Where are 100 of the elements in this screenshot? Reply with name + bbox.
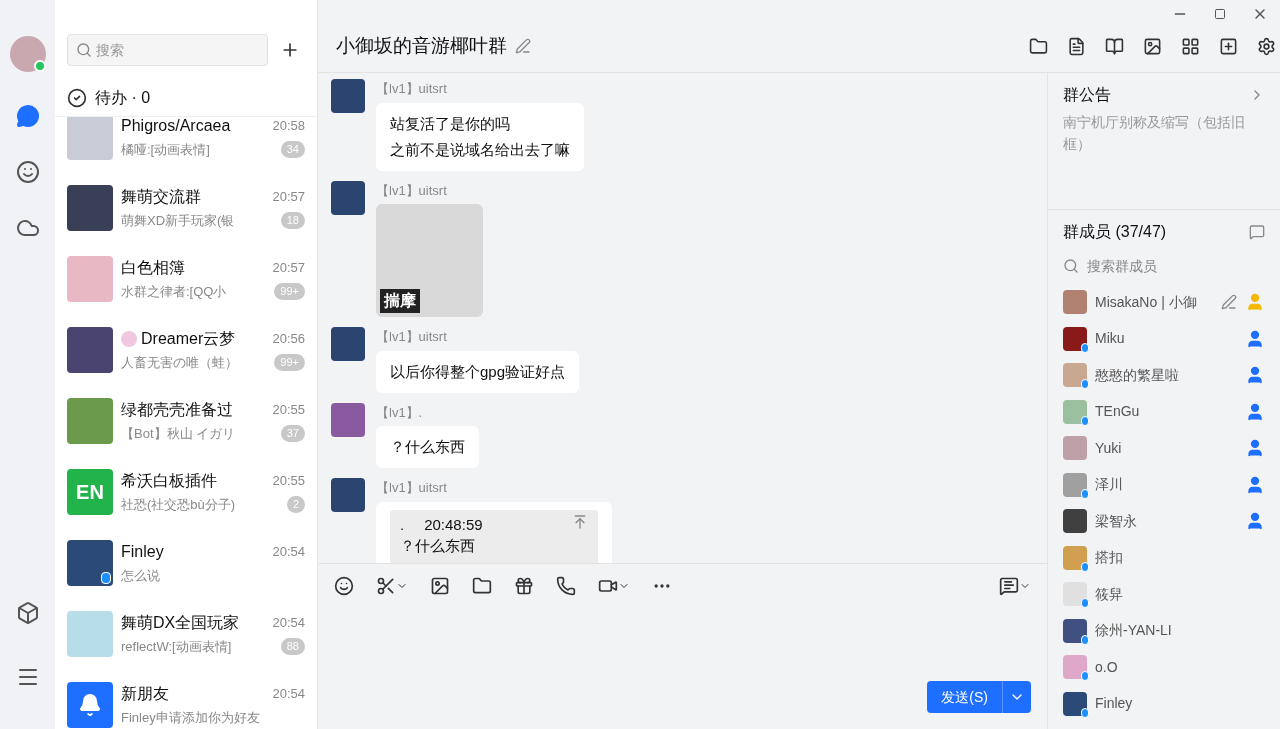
member-item[interactable]: Yuki (1063, 430, 1265, 467)
maximize-icon[interactable] (1214, 8, 1226, 20)
member-item[interactable]: 搭扣 (1063, 539, 1265, 576)
chat-name: Finley (121, 541, 164, 562)
folder-icon[interactable] (472, 576, 492, 596)
quote-author: . (400, 514, 405, 535)
admin-icon (1245, 438, 1265, 459)
cube-icon[interactable] (15, 601, 40, 625)
book-icon[interactable] (1105, 36, 1124, 56)
search-icon (76, 42, 92, 58)
history-icon[interactable] (999, 576, 1019, 596)
quote-text: ？什么东西 (400, 535, 476, 556)
search-field[interactable]: 搜索 (67, 34, 268, 66)
sender-name: 【lv1】uitsrt (376, 479, 447, 497)
avatar-logo: EN (76, 479, 104, 505)
member-name: MisakaNo | 小御 (1095, 292, 1198, 312)
chat-time: 20:57 (272, 259, 305, 277)
message-bubble: 以后你得整个gpg验证好点 (376, 350, 580, 393)
message-bubble: ？什么东西 (376, 426, 479, 468)
member-item[interactable]: TEnGu (1063, 393, 1265, 430)
member-name: Miku (1095, 329, 1126, 349)
member-name: 憨憨的繁星啦 (1095, 365, 1180, 385)
gift-icon[interactable] (514, 576, 534, 596)
search-input[interactable]: 搜索 (96, 40, 256, 60)
chat-icon[interactable] (15, 104, 40, 128)
document-icon[interactable] (1067, 36, 1086, 56)
chat-name: 舞萌DX全国玩家 (121, 612, 240, 633)
image-icon[interactable] (1143, 36, 1162, 56)
jump-to-icon[interactable] (572, 513, 588, 530)
chat-name: 新朋友 (121, 683, 169, 704)
chat-item[interactable]: Finley 20:54 怎么说 (55, 527, 317, 598)
admin-icon (1245, 401, 1265, 422)
todo-icon (67, 88, 87, 108)
member-item[interactable]: 泽川 (1063, 466, 1265, 503)
todo-label[interactable]: 待办 · 0 (95, 86, 151, 110)
chat-time: 20:54 (272, 614, 305, 632)
search-icon (1063, 258, 1079, 274)
edit-icon[interactable] (515, 38, 531, 54)
member-item[interactable]: 憨憨的繁星啦 (1063, 357, 1265, 394)
member-name: 搭扣 (1095, 548, 1124, 568)
member-name: 筱舁 (1095, 584, 1124, 604)
chat-bubble-icon[interactable] (1249, 224, 1265, 240)
sender-name: 【lv1】uitsrt (376, 181, 447, 200)
chat-preview: reflectW:[动画表情] (121, 637, 232, 656)
edit-icon[interactable] (1221, 294, 1237, 311)
chat-title: 小御坂的音游椰叶群 (336, 33, 507, 58)
member-item[interactable]: 筱舁 (1063, 576, 1265, 613)
member-item[interactable]: o.O (1063, 649, 1265, 686)
member-name: 徐州-YAN-LI (1095, 621, 1173, 641)
chat-preview: 橘哑:[动画表情] (121, 140, 210, 159)
owner-icon (1245, 292, 1265, 313)
sender-name: 【lv1】uitsrt (376, 328, 447, 346)
sticker-caption: 揣摩 (380, 289, 420, 313)
notice-title: 群公告 (1063, 85, 1111, 105)
members-title: 群成员 (37/47) (1063, 222, 1167, 242)
phone-icon[interactable] (556, 576, 576, 596)
chat-item[interactable]: 新朋友 20:54 Finley申请添加你为好友 (55, 669, 317, 729)
scissors-icon[interactable] (376, 576, 396, 596)
chat-name: 白色相簿 (121, 257, 185, 278)
admin-icon (1245, 474, 1265, 495)
member-item[interactable]: MisakaNo | 小御 (1063, 284, 1265, 321)
member-item[interactable]: Miku (1063, 320, 1265, 357)
chat-time: 20:54 (272, 685, 305, 703)
notice-text: 南宁机厅别称及缩写（包括旧框） (1063, 113, 1246, 154)
sender-avatar[interactable] (331, 402, 365, 437)
sender-avatar[interactable] (331, 180, 365, 215)
folder-icon[interactable] (1029, 36, 1048, 56)
grid-icon[interactable] (1181, 36, 1200, 56)
member-item[interactable]: 徐州-YAN-LI (1063, 612, 1265, 649)
chat-name: Dreamer云梦 (141, 328, 236, 349)
chat-preview: 水群之律者:[QQ小 (121, 282, 227, 301)
chat-preview: 【Bot】秋山 イガリ (121, 424, 236, 443)
quote-block[interactable]: . 20:48:59 ？什么东西 (390, 509, 598, 563)
sender-name: 【lv1】uitsrt (376, 80, 447, 98)
chat-time: 20:58 (272, 117, 305, 135)
member-search-field[interactable]: 搜索群成员 (1087, 255, 1257, 277)
settings-icon[interactable] (1257, 36, 1276, 56)
member-name: 梁智永 (1095, 511, 1138, 531)
member-name: 泽川 (1095, 475, 1124, 495)
sender-name: 【lv1】. (376, 403, 423, 422)
chat-preview: 人畜无害の唯（蛙） (121, 353, 238, 372)
emoji-icon[interactable] (334, 576, 354, 596)
chat-time: 20:54 (272, 543, 305, 561)
member-item[interactable]: Finley (1063, 685, 1265, 722)
chat-time: 20:55 (272, 472, 305, 490)
quote-time: 20:48:59 (424, 514, 483, 535)
member-name: TEnGu (1095, 402, 1141, 422)
contacts-icon[interactable] (15, 160, 40, 184)
member-name: Finley (1095, 694, 1134, 714)
chat-preview: 社恐(社交恐bù分子) (121, 495, 236, 514)
sticker-image[interactable]: 揣摩 (376, 204, 483, 317)
member-item[interactable]: 梁智永 (1063, 503, 1265, 540)
admin-icon (1245, 328, 1265, 349)
image-icon[interactable] (430, 576, 450, 596)
chat-time: 20:55 (272, 401, 305, 419)
add-member-icon[interactable] (1219, 36, 1238, 56)
chat-preview: 怎么说 (121, 566, 160, 585)
chat-name: Phigros/Arcaea (121, 117, 231, 136)
chat-name: 希沃白板插件 (121, 470, 217, 491)
message-bubble: 站复活了是你的吗 之前不是说域名给出去了嘛 (376, 102, 584, 171)
